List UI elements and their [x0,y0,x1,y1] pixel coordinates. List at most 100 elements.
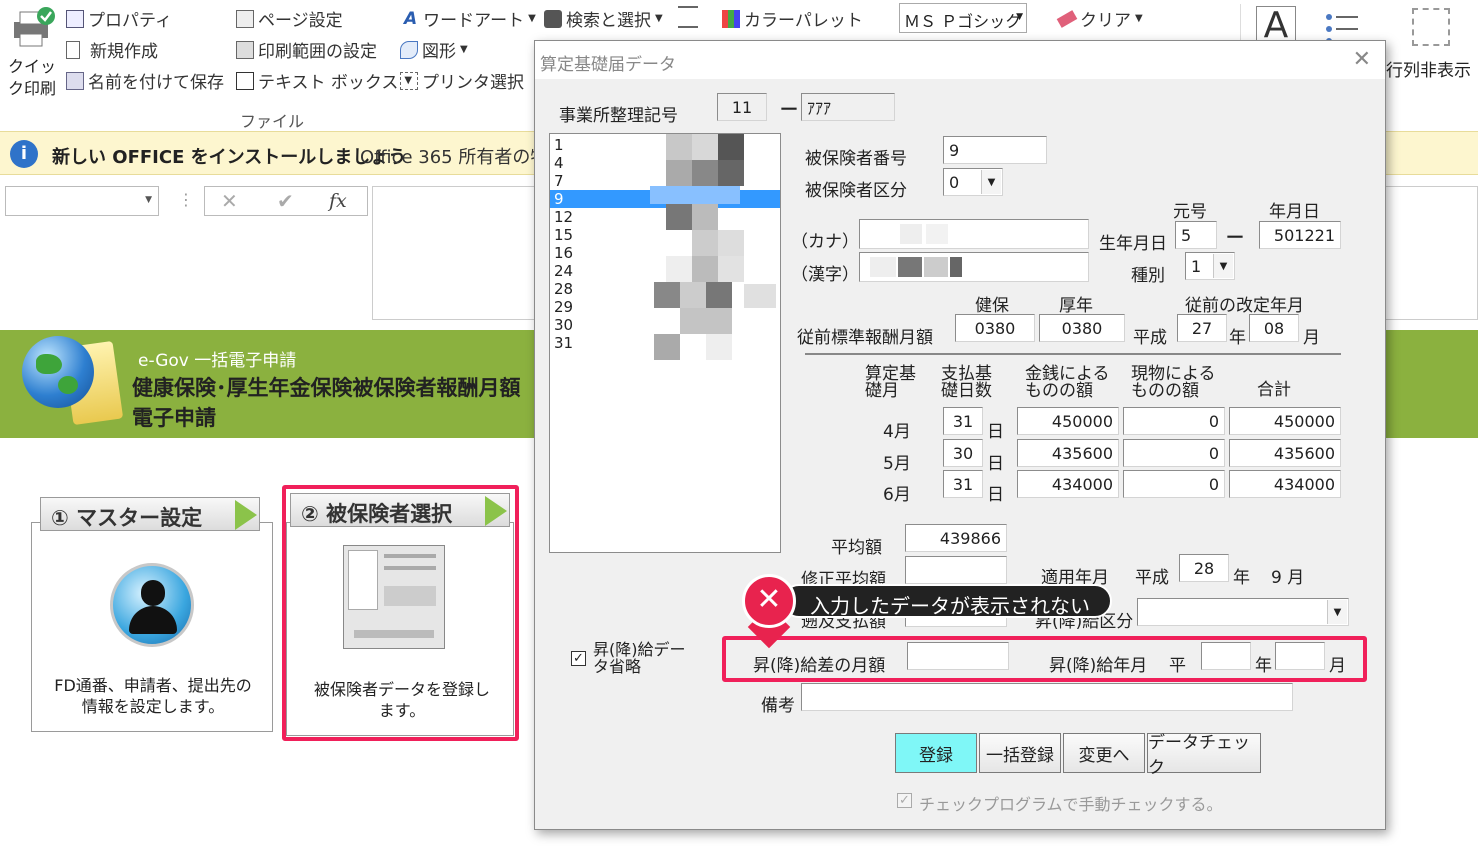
new-document-button[interactable]: 新規作成 [66,37,158,62]
close-icon[interactable]: ✕ [1353,47,1371,72]
banner-title-line2: 電子申請 [132,406,216,430]
prev-month-field[interactable]: 08 [1249,314,1299,342]
save-as-button[interactable]: 名前を付けて保存 [66,68,224,93]
cash-amount-field[interactable]: 434000 [1017,470,1119,498]
day-char: 日 [987,485,1004,505]
insured-no-field[interactable]: 9 [943,136,1047,164]
infobar-message: Office 365 所有者の特 [360,147,549,168]
goods-amount-field[interactable]: 0 [1123,470,1225,498]
name-box[interactable]: ▼ [5,186,159,216]
bulk-register-button[interactable]: 一括登録 [979,733,1061,773]
text-box-icon [236,71,254,90]
align-icon[interactable] [678,6,698,28]
average-field[interactable]: 439866 [905,524,1007,552]
birth-era-field[interactable]: 5 [1175,221,1217,249]
mosaic-redaction [650,134,776,366]
word-art-icon: A [404,8,418,29]
kana-name-field[interactable] [859,219,1089,249]
callout-bubble: 入力したデータが表示されない [782,584,1112,618]
document-icon [66,40,80,59]
printer-select-button[interactable]: プリンタ選択 [400,68,524,93]
pay-days-field[interactable]: 31 [943,407,983,435]
cash-amount-field[interactable]: 450000 [1017,407,1119,435]
row-month: 4月 [883,422,911,442]
quick-print-button[interactable]: クイック印刷 [6,4,58,100]
manual-check-checkbox[interactable]: ✓ [897,793,912,808]
insured-type-select[interactable]: 0 ▼ [943,168,1003,196]
print-range-button[interactable]: 印刷範囲の設定 [236,37,377,62]
dropdown-arrow-icon: ▼ [1135,13,1143,24]
col-total: 合計 [1257,380,1291,400]
insured-list[interactable]: 1 4 7 9 12 15 16 24 28 29 30 31 [549,133,781,553]
mosaic-redaction [898,257,922,277]
kanji-label: （漢字） [791,265,859,285]
total-amount-field[interactable]: 435600 [1229,439,1341,467]
word-art-button[interactable]: A ワードアート ▼ [404,6,536,32]
apply-year-field[interactable]: 28 [1179,554,1229,582]
search-select-button[interactable]: 検索と選択 ▼ [544,6,663,31]
prev-revision-label: 従前の改定年月 [1185,296,1304,316]
total-amount-field[interactable]: 450000 [1229,407,1341,435]
cash-amount-field[interactable]: 435600 [1017,439,1119,467]
error-icon: ✕ [742,574,796,628]
data-check-button[interactable]: データチェック [1147,733,1261,778]
omit-raise-label: 昇(降)給データ省略 [593,640,686,676]
prev-kosei-field[interactable]: 0380 [1039,314,1125,342]
birth-dash: － [1225,225,1245,249]
total-amount-field[interactable]: 434000 [1229,470,1341,498]
info-icon: i [10,140,38,168]
dropdown-arrow-icon: ▼ [460,44,468,55]
year-char: 年 [1229,328,1246,348]
omit-raise-checkbox[interactable]: ✓ [571,651,586,666]
palette-icon [722,9,740,28]
kosei-label: 厚年 [1059,296,1093,316]
raise-type-select[interactable]: ▼ [1137,598,1349,626]
color-palette-button[interactable]: カラーパレット [722,6,863,31]
clear-button[interactable]: クリア ▼ [1056,6,1143,31]
pay-days-field[interactable]: 31 [943,470,983,498]
hide-rows-cols-button[interactable]: 行列非表示 [1386,6,1478,81]
office-code-field2[interactable]: ｱｱｱ [801,93,895,121]
printer-icon [14,7,55,47]
banner-title-line1: 健康保険･厚生年金保険被保険者報酬月額 [132,376,521,400]
dropdown-arrow-icon: ▼ [655,13,663,24]
goods-amount-field[interactable]: 0 [1123,407,1225,435]
remarks-field[interactable] [801,683,1293,711]
shapes-icon [400,40,418,59]
mosaic-redaction [924,257,948,277]
step-master-settings[interactable]: FD通番、申請者、提出先の情報を設定します。 [31,522,273,732]
birth-date-field[interactable]: 501221 [1259,221,1341,249]
col-base-month: 算定基礎月 [865,364,916,401]
hide-rows-cols-icon [1412,8,1450,46]
mosaic-redaction [900,224,922,244]
function-icon[interactable]: fx [329,190,347,212]
properties-button[interactable]: プロパティ [66,6,172,31]
goods-amount-field[interactable]: 0 [1123,439,1225,467]
prev-kenpo-field[interactable]: 0380 [955,314,1035,342]
kind-select[interactable]: 1 ▼ [1185,252,1235,280]
office-code-dash: － [779,97,799,121]
month-char: 月 [1303,328,1320,348]
day-char: 日 [987,454,1004,474]
dropdown-arrow-icon: ▼ [145,195,152,205]
pay-days-field[interactable]: 30 [943,439,983,467]
banner-subtitle: e-Gov 一括電子申請 [138,351,297,371]
dropdown-arrow-icon: ▼ [981,170,1001,194]
step-master-settings-header[interactable]: ① マスター設定 [40,497,260,531]
office-code-label: 事業所整理記号 [559,106,678,126]
font-name-select[interactable]: ＭＳ Ｐゴシック ▼ [899,3,1027,33]
row-month: 6月 [883,485,911,505]
prev-year-field[interactable]: 27 [1177,314,1227,342]
shapes-button[interactable]: 図形 ▼ [400,37,468,62]
page-setup-button[interactable]: ページ設定 [236,6,343,31]
register-button[interactable]: 登録 [895,733,977,773]
change-button[interactable]: 変更へ [1063,733,1145,773]
enter-icon[interactable]: ✔ [277,189,294,213]
text-box-button[interactable]: テキスト ボックス ▼ [236,68,412,93]
cancel-icon[interactable]: ✕ [221,189,238,213]
row-month: 5月 [883,454,911,474]
user-avatar-icon [110,563,194,647]
kanji-name-field[interactable] [859,252,1089,282]
year-char: 年 [1233,568,1250,588]
office-code-field1[interactable]: 11 [717,93,767,121]
